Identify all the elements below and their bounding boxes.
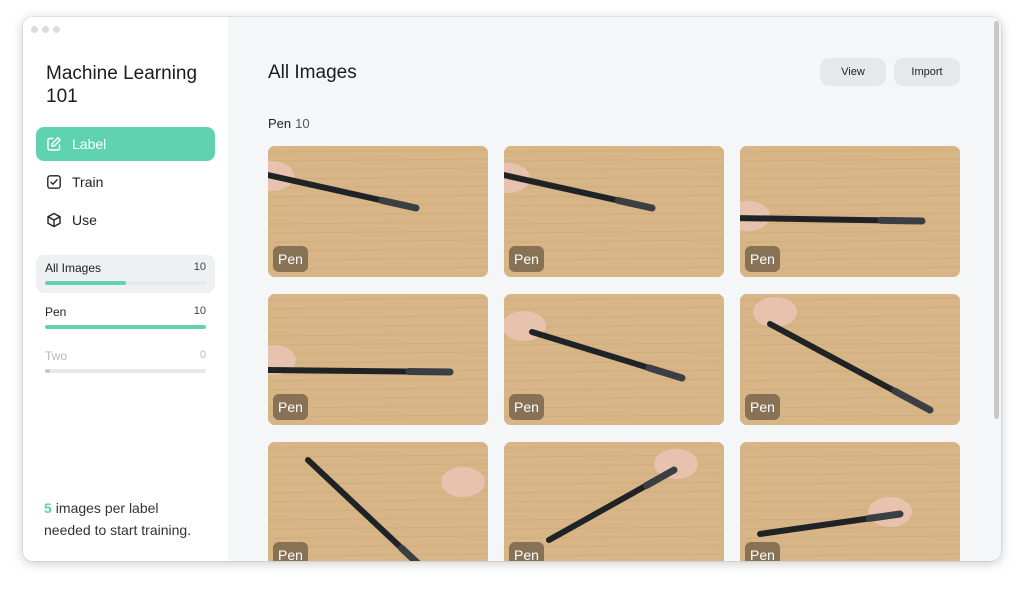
required-count: 5 [44, 500, 52, 516]
section-label-name: Pen [268, 116, 292, 131]
label-item-pen[interactable]: Pen 10 [36, 299, 215, 337]
label-item-two[interactable]: Two 0 [36, 343, 215, 381]
image-label-tag: Pen [745, 542, 780, 561]
nav-item-train-text: Train [72, 174, 104, 190]
image-label-tag: Pen [509, 542, 544, 561]
image-label-tag: Pen [273, 542, 308, 561]
image-thumbnail[interactable]: Pen [504, 442, 724, 561]
label-count: 10 [193, 305, 206, 317]
progress-fill [45, 369, 50, 373]
progress-fill [45, 325, 206, 329]
sidebar: Machine Learning 101 Label Train Use All… [23, 17, 228, 561]
image-thumbnail[interactable]: Pen [504, 146, 724, 277]
app-title: Machine Learning 101 [46, 63, 198, 107]
nav-item-train[interactable]: Train [36, 165, 215, 199]
image-thumbnail[interactable]: Pen [740, 146, 960, 277]
view-button[interactable]: View [820, 58, 886, 86]
image-label-tag: Pen [509, 246, 544, 272]
label-list: All Images 10 Pen 10 Two 0 [36, 255, 215, 387]
zoom-window-button[interactable] [53, 26, 60, 33]
label-name: All Images [45, 261, 102, 275]
nav-item-use-text: Use [72, 212, 97, 228]
label-name: Two [45, 349, 68, 363]
image-thumbnail[interactable]: Pen [504, 294, 724, 425]
app-window: Machine Learning 101 Label Train Use All… [23, 17, 1001, 561]
image-label-tag: Pen [745, 394, 780, 420]
image-label-tag: Pen [273, 246, 308, 272]
progress-fill [45, 281, 126, 285]
label-progress-bar [45, 281, 206, 285]
label-count: 0 [199, 349, 206, 361]
scrollbar-thumb[interactable] [994, 21, 999, 419]
window-controls [31, 26, 60, 33]
close-window-button[interactable] [31, 26, 38, 33]
minimize-window-button[interactable] [42, 26, 49, 33]
label-count: 10 [193, 261, 206, 273]
label-progress-bar [45, 369, 206, 373]
image-thumbnail[interactable]: Pen [268, 294, 488, 425]
label-progress-bar [45, 325, 206, 329]
edit-icon [47, 137, 61, 151]
section-header: Pen 10 [268, 116, 310, 131]
main-content: All Images View Import Pen 10 Pen Pen Pen… [228, 17, 1001, 561]
label-item-all-images[interactable]: All Images 10 [36, 255, 215, 293]
cube-icon [47, 212, 61, 228]
image-thumbnail[interactable]: Pen [740, 294, 960, 425]
label-name: Pen [45, 305, 67, 319]
image-label-tag: Pen [509, 394, 544, 420]
image-thumbnail[interactable]: Pen [740, 442, 960, 561]
section-label-count: 10 [295, 116, 310, 131]
image-thumbnail[interactable]: Pen [268, 146, 488, 277]
page-title: All Images [268, 62, 357, 83]
training-requirement-note: 5 images per label needed to start traini… [44, 497, 219, 541]
image-label-tag: Pen [273, 394, 308, 420]
sidebar-nav: Label Train Use [36, 127, 215, 241]
note-line-2: needed to start training. [44, 522, 192, 538]
nav-item-label[interactable]: Label [36, 127, 215, 161]
image-thumbnail[interactable]: Pen [268, 442, 488, 561]
nav-item-label-text: Label [72, 136, 107, 152]
checkbox-icon [47, 175, 61, 189]
import-button[interactable]: Import [894, 58, 960, 86]
note-line-1: images per label [55, 500, 159, 516]
image-label-tag: Pen [745, 246, 780, 272]
nav-item-use[interactable]: Use [36, 203, 215, 237]
